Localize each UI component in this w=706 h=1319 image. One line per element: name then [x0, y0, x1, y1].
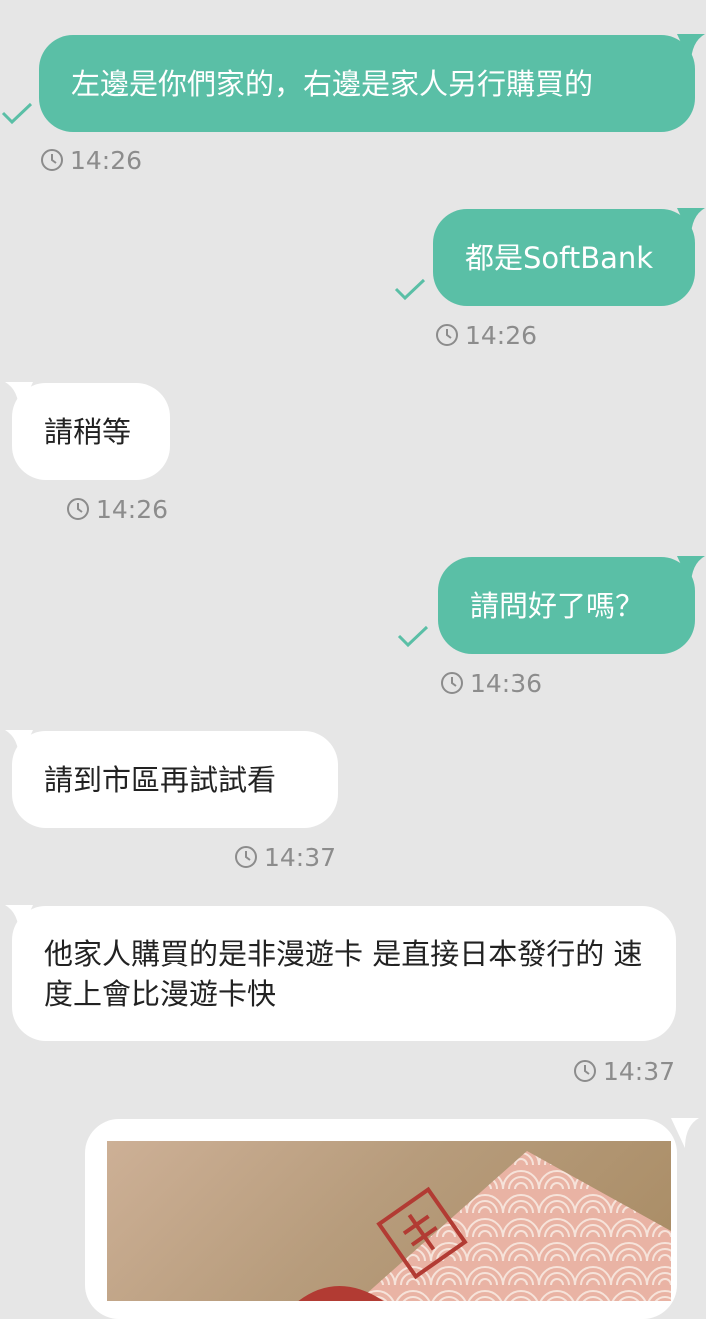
- message-bubble-outgoing[interactable]: 都是SoftBank: [433, 209, 695, 306]
- message-bubble-outgoing[interactable]: 左邊是你們家的，右邊是家人另行購買的: [39, 35, 695, 132]
- bubble-tail: [5, 730, 33, 760]
- bubble-tail: [677, 34, 705, 64]
- message-timestamp: 14:37: [234, 842, 336, 872]
- bubble-tail: [5, 905, 33, 935]
- check-icon: [397, 625, 429, 648]
- clock-icon: [574, 1060, 596, 1082]
- clock-icon: [67, 498, 89, 520]
- bubble-tail: [677, 556, 705, 586]
- message-text: 請到市區再試試看: [44, 762, 277, 797]
- message-timestamp: 14:26: [40, 145, 142, 175]
- message-text: 他家人購買的是非漫遊卡 是直接日本發行的 速度上會比漫遊卡快: [44, 936, 643, 1011]
- message-bubble-incoming[interactable]: 請到市區再試試看: [12, 731, 338, 828]
- message-bubble-incoming[interactable]: 請稍等: [12, 383, 170, 480]
- message-text: 請稍等: [44, 414, 132, 449]
- clock-icon: [436, 324, 458, 346]
- check-icon: [1, 102, 33, 125]
- clock-icon: [441, 672, 463, 694]
- image-message-photo[interactable]: [107, 1141, 671, 1301]
- message-text: 請問好了嗎？: [470, 588, 645, 623]
- message-bubble-incoming[interactable]: 他家人購買的是非漫遊卡 是直接日本發行的 速度上會比漫遊卡快: [12, 906, 676, 1041]
- message-bubble-outgoing[interactable]: 請問好了嗎？: [438, 557, 695, 654]
- clock-icon: [235, 846, 257, 868]
- sim-package-photo: [298, 1151, 671, 1301]
- bubble-tail: [677, 208, 705, 238]
- message-text: 都是SoftBank: [465, 240, 654, 275]
- message-timestamp: 14:36: [440, 668, 542, 698]
- message-timestamp: 14:37: [573, 1056, 675, 1086]
- bubble-tail: [5, 382, 33, 412]
- message-text: 左邊是你們家的，右邊是家人另行購買的: [71, 66, 594, 101]
- message-timestamp: 14:26: [66, 494, 168, 524]
- bubble-tail: [671, 1118, 699, 1148]
- clock-icon: [41, 149, 63, 171]
- check-icon: [394, 278, 426, 301]
- message-timestamp: 14:26: [435, 320, 537, 350]
